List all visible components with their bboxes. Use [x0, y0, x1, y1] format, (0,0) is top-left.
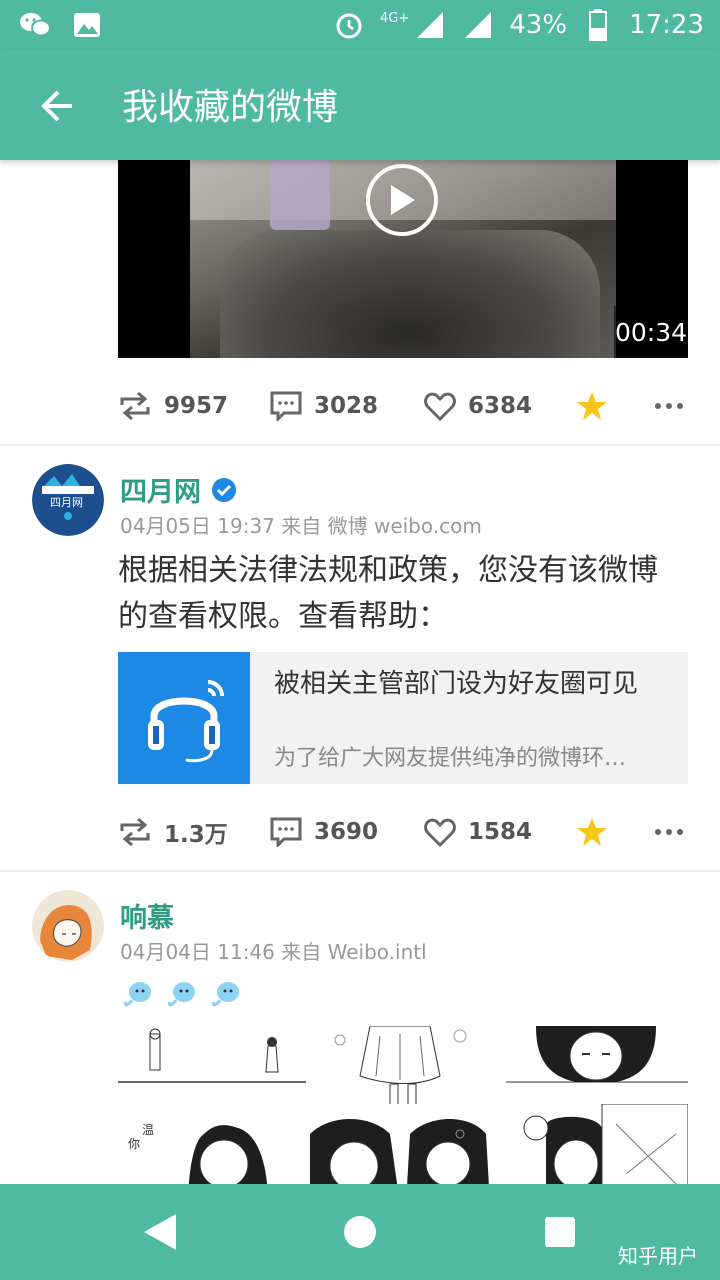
post-author[interactable]: 响慕 — [120, 896, 174, 935]
comment-button[interactable]: 3690 — [270, 817, 378, 847]
post-author[interactable]: 四月网 — [120, 470, 237, 509]
comment-count: 3028 — [314, 393, 379, 419]
verified-badge-icon — [212, 477, 236, 502]
avatar[interactable] — [32, 890, 104, 962]
signal-icon — [413, 8, 447, 42]
manga-image[interactable] — [118, 1026, 306, 1112]
back-button[interactable] — [30, 80, 82, 132]
repost-count: 1.3万 — [164, 822, 228, 848]
video-duration: 00:34 — [614, 306, 688, 358]
link-description: 为了给广大网友提供纯净的微博环… — [274, 746, 627, 771]
circle-home-icon — [344, 1216, 376, 1248]
triangle-back-icon — [144, 1214, 176, 1250]
gallery-icon — [70, 8, 104, 42]
repost-icon — [120, 391, 150, 421]
post-meta: 04月04日 11:46 来自 Weibo.intl — [120, 940, 427, 964]
manga-image[interactable] — [506, 1104, 688, 1184]
comment-count: 3690 — [314, 819, 379, 845]
post-divider — [0, 444, 720, 446]
nav-recents-button[interactable] — [540, 1212, 580, 1252]
heart-icon — [424, 392, 456, 421]
manga-image[interactable] — [310, 1104, 498, 1184]
post-divider — [0, 870, 720, 872]
nav-back-button[interactable] — [140, 1212, 180, 1252]
link-thumbnail — [118, 652, 250, 784]
flying-sweat-emoji-icon — [212, 982, 239, 1007]
flying-sweat-emoji-icon — [168, 982, 195, 1007]
system-nav-bar: 知乎用户 — [0, 1184, 720, 1280]
video-player[interactable]: 00:34 — [118, 160, 688, 358]
like-count: 6384 — [468, 393, 533, 419]
more-button[interactable] — [654, 402, 684, 410]
page-title: 我收藏的微博 — [122, 87, 339, 128]
svg-text:你: 你 — [128, 1137, 140, 1151]
link-title: 被相关主管部门设为好友圈可见 — [274, 669, 639, 699]
battery-icon — [581, 8, 615, 42]
author-name: 四月网 — [120, 477, 201, 508]
svg-text:温: 温 — [142, 1123, 154, 1137]
play-icon — [391, 185, 415, 215]
repost-icon — [120, 817, 150, 847]
manga-image[interactable] — [506, 1026, 688, 1112]
heart-icon — [424, 818, 456, 847]
app-bar: 我收藏的微博 — [0, 50, 720, 160]
like-count: 1584 — [468, 819, 533, 845]
watermark: 知乎用户 — [618, 1244, 698, 1268]
avatar[interactable]: 四月网 — [32, 464, 104, 536]
wechat-icon — [18, 8, 52, 42]
post-text: 根据相关法律法规和政策，您没有该微博的查看权限。查看帮助： — [118, 553, 658, 634]
square-recents-icon — [545, 1217, 575, 1247]
manga-image[interactable] — [310, 1026, 498, 1112]
favorite-button[interactable] — [576, 391, 608, 421]
like-button[interactable]: 6384 — [424, 391, 532, 421]
clock: 17:23 — [629, 10, 704, 40]
repost-button[interactable]: 1.3万 — [118, 815, 228, 849]
emoji-row — [122, 978, 242, 1010]
more-icon — [655, 403, 683, 409]
flying-sweat-emoji-icon — [124, 982, 151, 1007]
play-button[interactable] — [366, 164, 438, 236]
repost-count: 9957 — [164, 393, 229, 419]
star-icon — [577, 392, 607, 420]
post-actions: 9957 3028 6384 — [118, 376, 688, 436]
arrow-left-icon — [41, 90, 72, 122]
star-icon — [577, 818, 607, 846]
battery-percent: 43% — [509, 10, 568, 40]
nav-home-button[interactable] — [340, 1212, 380, 1252]
favorite-button[interactable] — [576, 817, 608, 847]
repost-button[interactable]: 9957 — [118, 391, 228, 421]
more-icon — [655, 829, 683, 835]
headset-icon — [148, 680, 224, 763]
more-button[interactable] — [654, 828, 684, 836]
author-name: 响慕 — [120, 903, 174, 934]
comment-button[interactable]: 3028 — [270, 391, 378, 421]
post-actions: 1.3万 3690 1584 — [118, 802, 688, 862]
alarm-icon — [332, 8, 366, 42]
favorites-feed[interactable]: 00:34 9957 3028 6384 四月网 四月网 04月05日 19:3… — [0, 160, 720, 1184]
link-card[interactable]: 被相关主管部门设为好友圈可见 为了给广大网友提供纯净的微博环… — [118, 652, 688, 784]
avatar-text: 四月网 — [50, 496, 83, 509]
network-label: 4G+ — [380, 10, 410, 26]
comment-icon — [270, 391, 302, 421]
signal-2-icon — [461, 8, 495, 42]
comment-icon — [270, 817, 302, 847]
like-button[interactable]: 1584 — [424, 817, 532, 847]
status-bar: 4G+ 43% 17:23 — [0, 0, 720, 50]
manga-image[interactable]: 温你 — [118, 1104, 306, 1184]
post-meta: 04月05日 19:37 来自 微博 weibo.com — [120, 514, 482, 538]
